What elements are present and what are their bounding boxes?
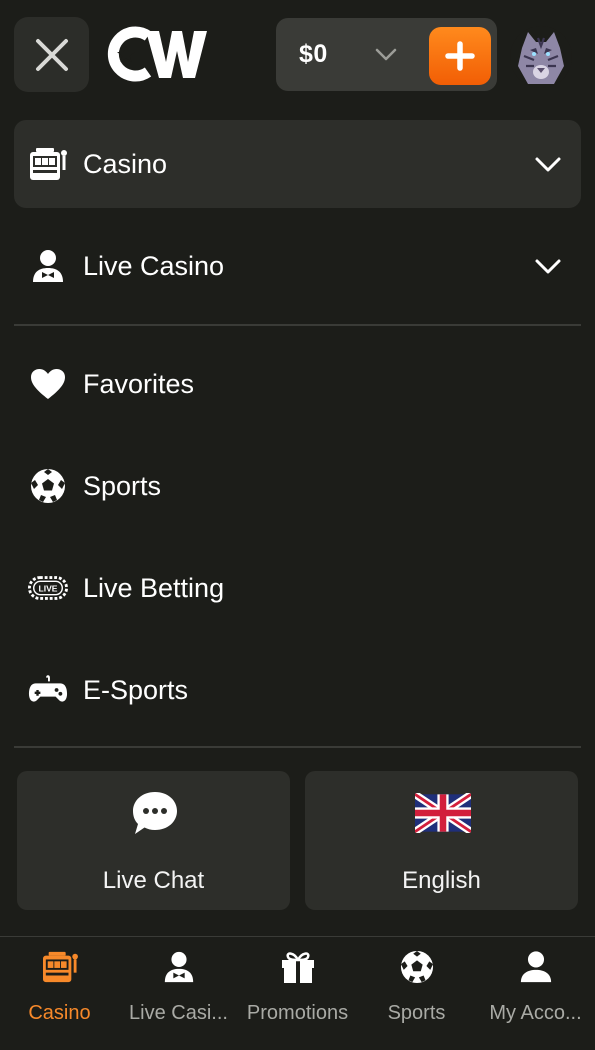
balance-value: $0 [299,40,328,68]
nav-label-live-casino: Live Casi... [129,1002,228,1024]
gamepad-icon [28,670,68,710]
menu-label-favorites: Favorites [83,368,195,399]
language-selector-button[interactable]: English [305,771,578,910]
nav-label-casino: Casino [28,1002,91,1024]
chat-bubble-icon [127,789,183,837]
nav-label-promotions: Promotions [246,1002,349,1024]
menu-label-esports: E-Sports [83,674,189,705]
dealer-icon [159,947,199,987]
live-chat-button[interactable]: Live Chat [17,771,290,910]
user-icon [516,947,556,987]
close-menu-button[interactable] [14,17,89,92]
language-label: English [402,867,481,894]
live-badge-icon: LIVE [28,568,68,608]
chevron-down-icon[interactable] [533,251,563,281]
live-chat-label: Live Chat [102,867,205,894]
wallet-widget[interactable]: $0 [276,18,497,91]
gift-icon [278,947,318,987]
menu-label-sports: Sports [83,470,162,501]
menu-item-esports[interactable]: E-Sports [14,646,581,734]
nav-item-live-casino[interactable]: Live Casi... [119,937,238,1050]
dealer-icon [28,246,68,286]
avatar[interactable] [510,26,572,88]
slot-machine-icon [40,947,80,987]
menu-item-live-casino[interactable]: Live Casino [14,222,581,310]
tiger-avatar-icon [510,26,572,88]
soccer-ball-icon [397,947,437,987]
brand-logo[interactable] [102,26,208,82]
header: $0 [0,0,595,110]
menu-item-live-betting[interactable]: LIVE Live Betting [14,544,581,632]
plus-icon [445,41,475,71]
nav-item-my-account[interactable]: My Acco... [476,937,595,1050]
heart-icon [28,364,68,404]
menu-label-live-betting: Live Betting [83,572,225,603]
nav-label-my-account: My Acco... [489,1002,582,1024]
chevron-down-icon[interactable] [533,149,563,179]
live-badge-text: LIVE [38,583,57,593]
slot-machine-icon [28,144,68,184]
menu-divider [14,746,581,748]
nav-item-casino[interactable]: Casino [0,937,119,1050]
menu-divider [14,324,581,326]
nav-item-sports[interactable]: Sports [357,937,476,1050]
menu-item-sports[interactable]: Sports [14,442,581,530]
menu-label-live-casino: Live Casino [83,250,225,281]
deposit-button[interactable] [429,27,491,85]
chevron-down-icon[interactable] [373,42,399,68]
menu-item-favorites[interactable]: Favorites [14,340,581,428]
nav-label-sports: Sports [387,1002,446,1024]
bottom-navigation: Casino Live Casi... Promotions Sports My… [0,936,595,1050]
menu-item-casino[interactable]: Casino [14,120,581,208]
menu-label-casino: Casino [83,148,168,179]
nav-item-promotions[interactable]: Promotions [238,937,357,1050]
close-icon [35,38,68,71]
uk-flag-icon [415,789,471,837]
soccer-ball-icon [28,466,68,506]
